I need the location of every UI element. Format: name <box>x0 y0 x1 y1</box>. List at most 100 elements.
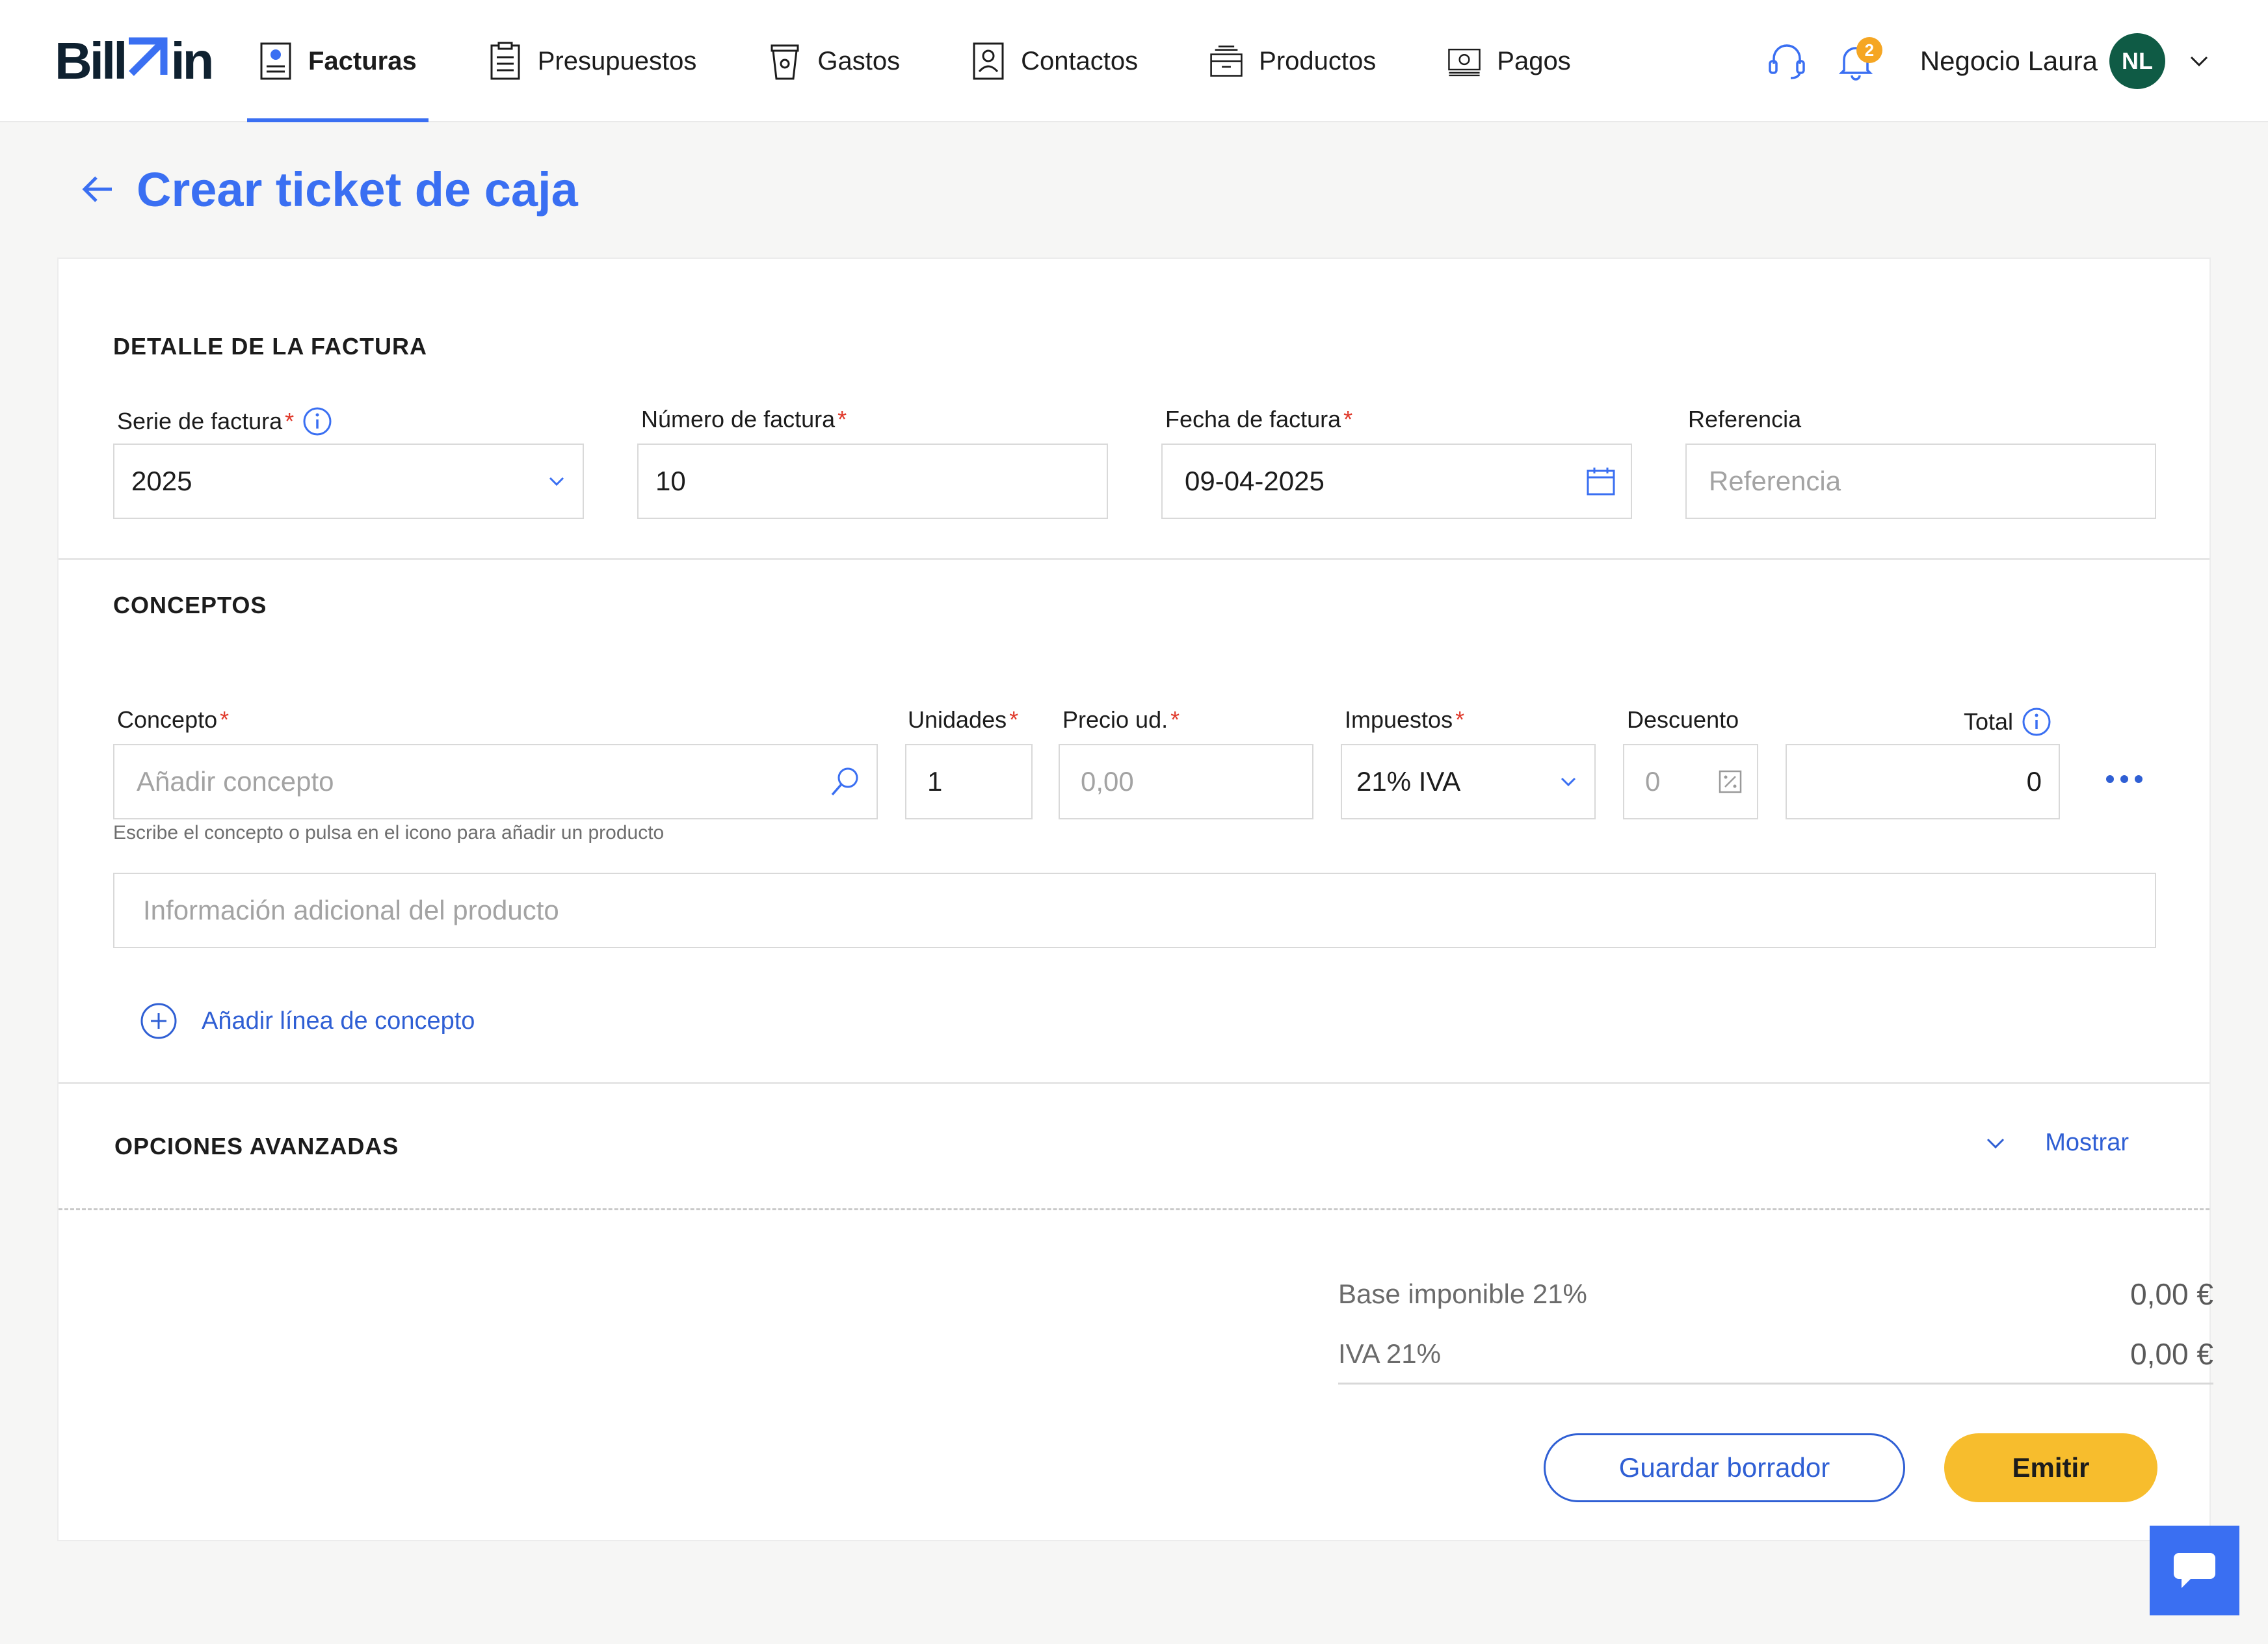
numero-label: Número de factura * <box>641 406 847 433</box>
label-text: Unidades <box>908 706 1007 733</box>
percent-icon <box>1719 770 1742 793</box>
chevron-down-icon <box>549 477 564 486</box>
required-mark: * <box>1009 706 1019 733</box>
precio-placeholder: 0,00 <box>1081 766 1134 797</box>
concepto-helper-text: Escribe el concepto o pulsa en el icono … <box>113 822 665 843</box>
page-title: Crear ticket de caja <box>137 162 578 217</box>
info-icon[interactable] <box>2021 706 2052 737</box>
chevron-down-icon[interactable] <box>2185 47 2213 75</box>
impuestos-label: Impuestos * <box>1345 706 1464 734</box>
fecha-label: Fecha de factura * <box>1165 406 1352 433</box>
nav-label: Productos <box>1259 46 1377 75</box>
unidades-input[interactable]: 1 <box>905 744 1033 819</box>
totals-label: Base imponible 21% <box>1338 1279 1587 1309</box>
fecha-input[interactable]: 09-04-2025 <box>1161 444 1632 519</box>
serie-select[interactable]: 2025 <box>113 444 584 519</box>
nav-label: Pagos <box>1497 46 1571 75</box>
toggle-advanced-options[interactable]: Mostrar <box>1983 1129 2129 1157</box>
info-adicional-input[interactable]: Información adicional del producto <box>113 873 2156 948</box>
required-mark: * <box>837 406 847 432</box>
numero-input[interactable]: 10 <box>637 444 1108 519</box>
descuento-label: Descuento <box>1627 706 1739 734</box>
info-icon[interactable] <box>302 406 333 437</box>
save-draft-button[interactable]: Guardar borrador <box>1544 1433 1905 1502</box>
invoice-form-card: DETALLE DE LA FACTURA Serie de factura * … <box>57 258 2213 1541</box>
label-text: Fecha de factura <box>1165 406 1341 432</box>
dashed-divider <box>59 1208 2209 1210</box>
section-divider <box>59 558 2209 560</box>
more-options-icon[interactable] <box>2104 771 2144 787</box>
logo-mark <box>125 33 170 90</box>
main-nav: Facturas Presupuestos Gastos Contactos P… <box>247 0 1631 122</box>
totals-value: 0,00 € <box>2130 1337 2213 1371</box>
cup-icon <box>771 44 799 80</box>
fecha-value: 09-04-2025 <box>1185 466 1325 496</box>
plus-circle-icon <box>140 1003 177 1039</box>
add-concept-line-button[interactable]: Añadir línea de concepto <box>139 1001 475 1041</box>
referencia-placeholder: Referencia <box>1709 466 1841 496</box>
totals-divider <box>1338 1383 2213 1385</box>
totals-row-iva: IVA 21% 0,00 € <box>1338 1328 2213 1380</box>
headset-icon <box>1769 44 1805 79</box>
nav-item-gastos[interactable]: Gastos <box>756 0 912 122</box>
required-mark: * <box>285 408 295 434</box>
box-icon <box>1210 46 1243 77</box>
total-field: 0 <box>1786 744 2060 819</box>
totals-label: IVA 21% <box>1338 1338 1441 1369</box>
precio-input[interactable]: 0,00 <box>1059 744 1313 819</box>
label-text: Descuento <box>1627 706 1739 733</box>
totals-value: 0,00 € <box>2130 1277 2213 1311</box>
nav-item-pagos[interactable]: Pagos <box>1436 0 1582 122</box>
referencia-input[interactable]: Referencia <box>1685 444 2156 519</box>
info-adicional-placeholder: Información adicional del producto <box>143 895 559 925</box>
nav-item-contactos[interactable]: Contactos <box>960 0 1150 122</box>
section-divider <box>59 1082 2209 1084</box>
notification-badge: 2 <box>1856 37 1882 63</box>
nav-item-productos[interactable]: Productos <box>1198 0 1388 122</box>
chat-widget-button[interactable] <box>2150 1526 2239 1615</box>
emit-button[interactable]: Emitir <box>1944 1433 2157 1502</box>
banknote-icon <box>1448 48 1481 77</box>
nav-label: Gastos <box>817 46 901 75</box>
nav-item-facturas[interactable]: Facturas <box>247 0 429 122</box>
brand-logo[interactable]: Bill in <box>55 32 215 90</box>
concepto-input[interactable]: Añadir concepto <box>113 744 878 819</box>
support-button[interactable] <box>1764 38 1810 84</box>
section-title-conceptos: CONCEPTOS <box>113 592 267 618</box>
total-value: 0 <box>2026 766 2042 797</box>
clipboard-icon <box>490 42 520 80</box>
contact-card-icon <box>973 42 1004 80</box>
totals-row-base: Base imponible 21% 0,00 € <box>1338 1268 2213 1320</box>
logo-text-suffix: in <box>170 32 214 90</box>
nav-item-presupuestos[interactable]: Presupuestos <box>477 0 709 122</box>
required-mark: * <box>1170 706 1180 733</box>
required-mark: * <box>1455 706 1465 733</box>
search-icon[interactable] <box>828 765 862 799</box>
invoice-icon <box>260 42 291 80</box>
section-title-detalle: DETALLE DE LA FACTURA <box>113 333 427 360</box>
top-nav: Bill in Facturas Presupuestos Gastos Con… <box>0 0 2268 122</box>
notifications-button[interactable]: 2 <box>1833 37 1882 84</box>
descuento-input[interactable]: 0 <box>1623 744 1758 819</box>
avatar[interactable]: NL <box>2109 33 2165 89</box>
chevron-down-icon <box>1561 777 1576 787</box>
numero-value: 10 <box>655 466 686 496</box>
top-right-tools: 2 Negocio Laura NL <box>1764 0 2268 122</box>
label-text: Concepto <box>117 706 218 733</box>
back-arrow-icon[interactable] <box>77 168 118 210</box>
account-name[interactable]: Negocio Laura <box>1920 46 2098 77</box>
section-title-avanzadas: OPCIONES AVANZADAS <box>114 1133 399 1160</box>
serie-label: Serie de factura * <box>117 406 333 437</box>
nav-label: Presupuestos <box>537 46 697 75</box>
chevron-down-icon <box>1987 1138 2005 1148</box>
impuestos-select[interactable]: 21% IVA <box>1341 744 1596 819</box>
unidades-value: 1 <box>927 766 943 797</box>
label-text: Precio ud. <box>1062 706 1168 733</box>
calendar-icon[interactable] <box>1585 466 1616 497</box>
impuestos-value: 21% IVA <box>1356 766 1461 797</box>
add-line-label: Añadir línea de concepto <box>202 1007 475 1035</box>
required-mark: * <box>1343 406 1353 432</box>
logo-text-prefix: Bill <box>55 32 127 90</box>
nav-label: Contactos <box>1021 46 1139 75</box>
nav-label: Facturas <box>308 46 417 75</box>
